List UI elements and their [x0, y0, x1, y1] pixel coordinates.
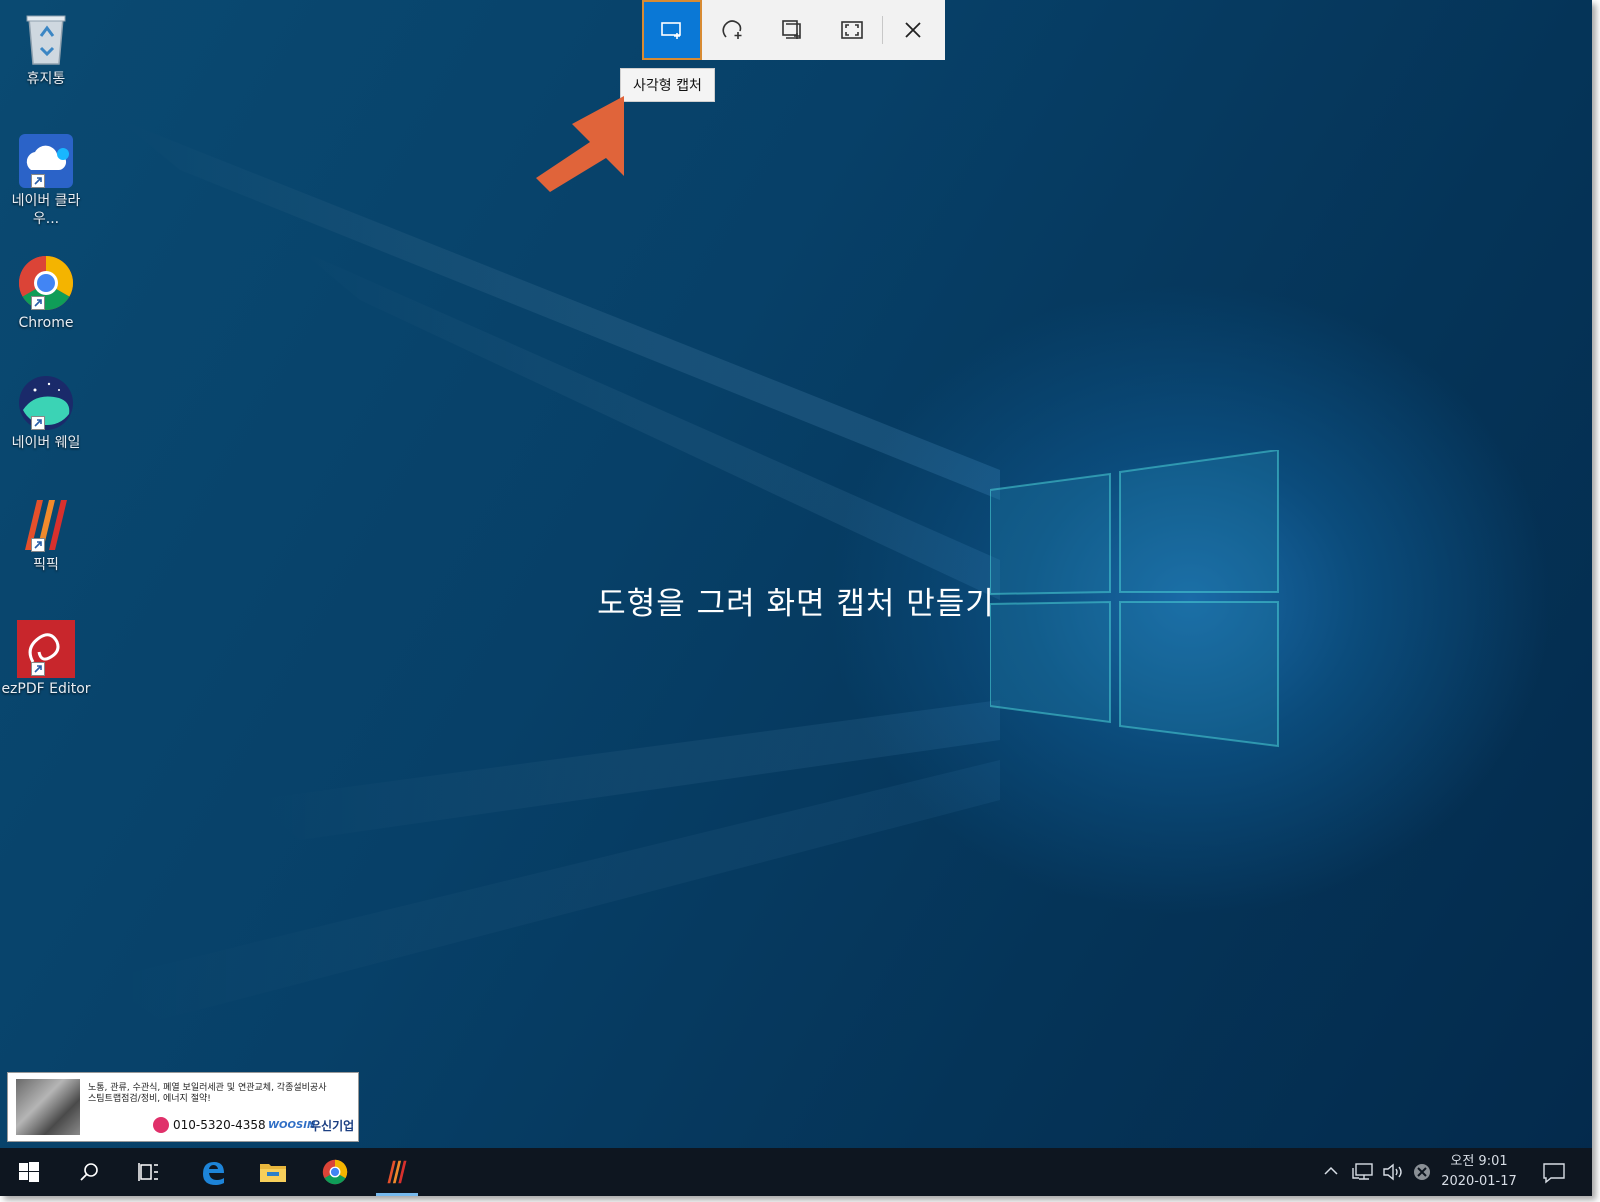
search-icon — [80, 1163, 98, 1181]
desktop-icon-label: Chrome — [18, 315, 74, 331]
shortcut-arrow-icon — [31, 174, 45, 188]
network-icon[interactable] — [1352, 1162, 1374, 1182]
shortcut-arrow-icon — [31, 416, 45, 430]
close-snip-button[interactable] — [883, 0, 943, 60]
chrome-taskbar-button[interactable] — [306, 1148, 364, 1196]
ad-text-line2: 스팀트랩점검/정비, 에너지 절약! — [88, 1094, 211, 1104]
ad-text: 노통, 관류, 수관식, 폐열 보일러세관 및 연관교체, 각종설비공사 스팀트… — [88, 1083, 358, 1105]
shortcut-arrow-icon — [31, 662, 45, 676]
taskbar-clock[interactable]: 오전 9:01 2020-01-17 — [1434, 1152, 1524, 1192]
task-view-button[interactable] — [120, 1148, 178, 1196]
desktop-icon-naver-whale[interactable]: 네이버 웨일 — [0, 372, 92, 452]
taskbar: 오전 9:01 2020-01-17 — [0, 1148, 1592, 1196]
naver-whale-icon — [19, 376, 73, 430]
desktop-icon-label: 픽픽 — [33, 557, 59, 573]
volume-icon[interactable] — [1382, 1162, 1404, 1182]
ad-brand-logo: WOOSIN — [268, 1120, 316, 1131]
clock-date: 2020-01-17 — [1441, 1174, 1517, 1189]
desktop-icon-chrome[interactable]: Chrome — [0, 252, 92, 332]
chrome-icon — [18, 256, 74, 311]
chrome-icon — [322, 1159, 348, 1185]
desktop-icon-label: 휴지통 — [26, 71, 66, 87]
ad-banner[interactable]: 노통, 관류, 수관식, 폐열 보일러세관 및 연관교체, 각종설비공사 스팀트… — [7, 1072, 359, 1142]
ad-brand-name: 우신기업 — [310, 1119, 355, 1133]
ad-text-line1: 노통, 관류, 수관식, 폐열 보일러세관 및 연관교체, 각종설비공사 — [88, 1083, 327, 1093]
picpick-taskbar-button[interactable] — [368, 1148, 426, 1196]
desktop-icon-recycle-bin[interactable]: 휴지통 — [0, 8, 92, 88]
desktop-icon-picpick[interactable]: 픽픽 — [0, 494, 92, 574]
desktop-icon-ezpdf[interactable]: ezPDF Editor — [0, 618, 92, 698]
file-explorer-icon — [260, 1164, 286, 1182]
freeform-snip-button[interactable] — [702, 0, 762, 60]
file-explorer-taskbar-button[interactable] — [244, 1148, 302, 1196]
search-button[interactable] — [60, 1148, 118, 1196]
freeform-snip-icon — [722, 20, 742, 39]
shortcut-arrow-icon — [31, 296, 45, 310]
desktop-icon-label: 네이버 웨일 — [11, 435, 81, 451]
action-center-icon[interactable] — [1542, 1162, 1566, 1184]
desktop-icon-label: 네이버 클라우... — [11, 193, 81, 227]
annotation-arrow-icon — [536, 96, 624, 192]
wallpaper-light-rays — [100, 120, 1000, 1020]
snip-toolbar — [642, 0, 945, 60]
start-button[interactable] — [0, 1148, 58, 1196]
ezpdf-icon — [17, 620, 75, 678]
ad-phone: 010-5320-4358 — [153, 1117, 266, 1133]
task-view-icon — [138, 1163, 158, 1181]
edge-taskbar-button[interactable] — [184, 1148, 242, 1196]
desktop-screen: 휴지통 네이버 클라우... Chrome 네이버 웨일 픽픽 ezPDF Ed… — [0, 0, 1592, 1196]
fullscreen-snip-icon — [841, 21, 863, 39]
shortcut-arrow-icon — [31, 538, 45, 552]
chevron-up-icon[interactable] — [1322, 1162, 1340, 1180]
picpick-icon — [387, 1160, 407, 1184]
rectangular-snip-button[interactable] — [642, 0, 702, 60]
window-snip-button[interactable] — [762, 0, 822, 60]
error-status-icon[interactable] — [1412, 1162, 1432, 1182]
snip-instruction-text: 도형을 그려 화면 캡처 만들기 — [597, 586, 995, 622]
naver-cloud-icon — [19, 134, 73, 188]
phone-icon — [153, 1117, 169, 1133]
picpick-icon — [25, 500, 67, 550]
edge-icon — [203, 1162, 224, 1185]
rectangle-snip-icon — [661, 22, 681, 39]
ad-photo — [16, 1079, 80, 1135]
desktop-icon-label: ezPDF Editor — [1, 681, 91, 697]
clock-time: 오전 9:01 — [1450, 1154, 1508, 1169]
ad-phone-number: 010-5320-4358 — [173, 1118, 266, 1132]
desktop-icon-naver-cloud[interactable]: 네이버 클라우... — [0, 130, 92, 228]
recycle-bin-icon — [26, 15, 66, 65]
window-snip-icon — [782, 20, 801, 39]
close-icon — [905, 22, 921, 38]
fullscreen-snip-button[interactable] — [822, 0, 882, 60]
start-icon — [19, 1162, 39, 1182]
